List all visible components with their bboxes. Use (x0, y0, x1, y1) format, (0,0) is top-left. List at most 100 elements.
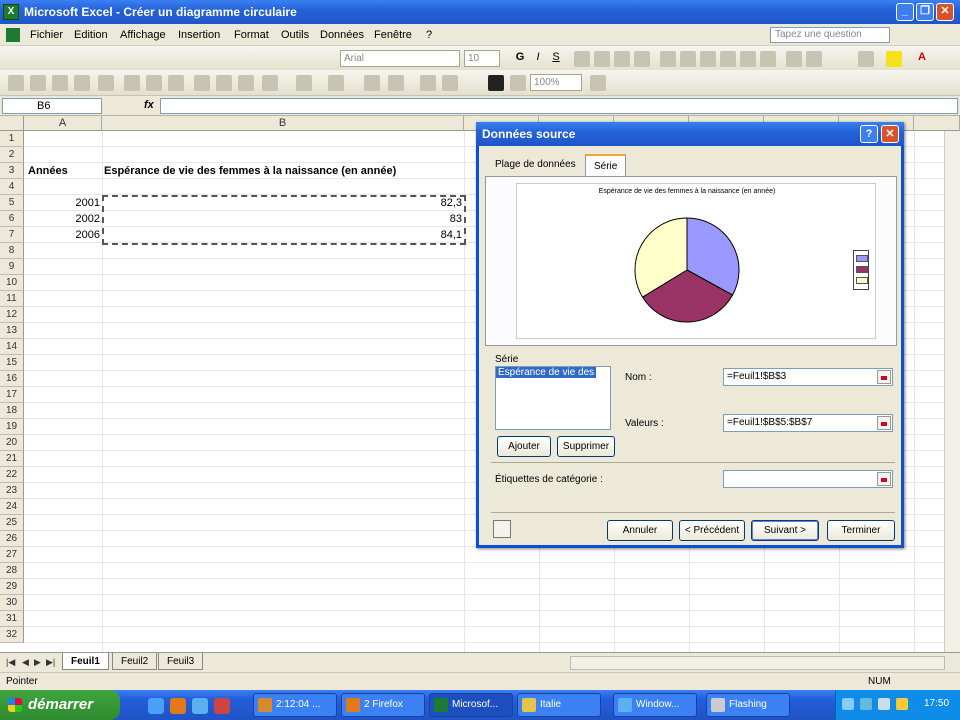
merge-center-icon[interactable] (634, 51, 650, 67)
cell-a7-year[interactable]: 2006 (24, 229, 100, 241)
dialog-close-button[interactable]: ✕ (881, 125, 899, 143)
row-header[interactable]: 23 (0, 483, 24, 499)
bold-icon[interactable]: G (512, 51, 528, 67)
close-button[interactable]: ✕ (936, 3, 954, 21)
messenger-icon[interactable] (896, 698, 908, 710)
desktop-icon[interactable] (192, 698, 208, 714)
series-listbox[interactable]: Espérance de vie des (495, 366, 611, 430)
taskbar-button[interactable]: Italie (517, 693, 601, 717)
increase-decimal-icon[interactable] (740, 51, 756, 67)
row-header[interactable]: 2 (0, 147, 24, 163)
cancel-button[interactable]: Annuler (607, 520, 673, 541)
help-search-input[interactable]: Tapez une question (770, 27, 890, 43)
permission-icon[interactable] (74, 75, 90, 91)
row-header[interactable]: 19 (0, 419, 24, 435)
cell-a5-year[interactable]: 2001 (24, 197, 100, 209)
font-size-select[interactable]: 10 (464, 50, 500, 67)
last-sheet-icon[interactable]: ▶| (46, 657, 55, 668)
fill-color-icon[interactable] (886, 51, 902, 67)
row-header[interactable]: 26 (0, 531, 24, 547)
row-header[interactable]: 5 (0, 195, 24, 211)
row-header[interactable]: 17 (0, 387, 24, 403)
row-header[interactable]: 7 (0, 227, 24, 243)
taskbar-button-excel[interactable]: Microsof... (429, 693, 513, 717)
row-header[interactable]: 18 (0, 403, 24, 419)
cell-b3-header[interactable]: Espérance de vie des femmes à la naissan… (104, 165, 396, 177)
spelling-icon[interactable] (168, 75, 184, 91)
thousands-icon[interactable] (720, 51, 736, 67)
sort-asc-icon[interactable] (420, 75, 436, 91)
taskbar-button[interactable]: Window... (613, 693, 697, 717)
dialog-help-icon[interactable]: ? (860, 125, 878, 143)
autosum-icon[interactable] (388, 75, 404, 91)
column-header-a[interactable]: A (24, 116, 102, 131)
menu-fenetre[interactable]: Fenêtre (374, 29, 412, 41)
select-all-corner[interactable] (0, 116, 24, 131)
menu-help[interactable]: ? (426, 29, 432, 41)
menu-insertion[interactable]: Insertion (178, 29, 220, 41)
menu-format[interactable]: Format (234, 29, 269, 41)
row-header[interactable]: 9 (0, 259, 24, 275)
menu-affichage[interactable]: Affichage (120, 29, 166, 41)
remove-series-button[interactable]: Supprimer (557, 436, 615, 457)
drawing-icon[interactable] (510, 75, 526, 91)
euro-icon[interactable] (680, 51, 696, 67)
categories-input[interactable] (723, 470, 893, 488)
row-header[interactable]: 11 (0, 291, 24, 307)
row-header[interactable]: 4 (0, 179, 24, 195)
add-series-button[interactable]: Ajouter (497, 436, 551, 457)
chart-wizard-icon[interactable] (488, 75, 504, 91)
prev-sheet-icon[interactable]: ◀ (22, 657, 29, 668)
open-icon[interactable] (30, 75, 46, 91)
row-header[interactable]: 12 (0, 307, 24, 323)
print-preview-icon[interactable] (146, 75, 162, 91)
horizontal-scrollbar[interactable] (570, 656, 945, 670)
previous-button[interactable]: < Précédent (679, 520, 745, 541)
font-color-icon[interactable]: A (914, 51, 930, 67)
row-header[interactable]: 10 (0, 275, 24, 291)
vertical-scrollbar[interactable] (944, 131, 960, 652)
undo-icon[interactable] (296, 75, 312, 91)
media-icon[interactable] (214, 698, 230, 714)
copy-icon[interactable] (216, 75, 232, 91)
categories-collapse-icon[interactable] (877, 472, 891, 486)
borders-icon[interactable] (858, 51, 874, 67)
row-header[interactable]: 25 (0, 515, 24, 531)
row-header[interactable]: 20 (0, 435, 24, 451)
valeurs-input[interactable]: =Feuil1!$B$5:$B$7 (723, 414, 893, 432)
tab-serie[interactable]: Série (585, 154, 627, 176)
first-sheet-icon[interactable]: |◀ (6, 657, 15, 668)
row-header[interactable]: 8 (0, 243, 24, 259)
align-center-icon[interactable] (594, 51, 610, 67)
row-header[interactable]: 31 (0, 611, 24, 627)
row-header[interactable]: 22 (0, 467, 24, 483)
email-icon[interactable] (98, 75, 114, 91)
nom-input[interactable]: =Feuil1!$B$3 (723, 368, 893, 386)
row-header[interactable]: 14 (0, 339, 24, 355)
office-assistant-icon[interactable] (493, 520, 511, 538)
finish-button[interactable]: Terminer (827, 520, 895, 541)
percent-icon[interactable] (700, 51, 716, 67)
menu-donnees[interactable]: Données (320, 29, 364, 41)
help-icon[interactable] (590, 75, 606, 91)
next-sheet-icon[interactable]: ▶ (34, 657, 41, 668)
formula-input[interactable] (160, 98, 958, 114)
workbook-icon[interactable] (6, 28, 20, 42)
underline-icon[interactable]: S (548, 51, 564, 67)
cell-a6-year[interactable]: 2002 (24, 213, 100, 225)
row-header[interactable]: 1 (0, 131, 24, 147)
align-left-icon[interactable] (574, 51, 590, 67)
minimize-button[interactable]: _ (896, 3, 914, 21)
tab-plage-de-donnees[interactable]: Plage de données (487, 154, 584, 176)
new-icon[interactable] (8, 75, 24, 91)
row-header[interactable]: 32 (0, 627, 24, 643)
row-header[interactable]: 28 (0, 563, 24, 579)
sheet-tab-feuil1[interactable]: Feuil1 (62, 653, 109, 670)
paste-icon[interactable] (238, 75, 254, 91)
menu-edition[interactable]: Edition (74, 29, 108, 41)
sheet-tab-feuil3[interactable]: Feuil3 (158, 653, 204, 670)
excel-app-icon[interactable]: X (3, 4, 19, 20)
fx-icon[interactable]: fx (144, 99, 154, 111)
sheet-tab-feuil2[interactable]: Feuil2 (112, 653, 158, 670)
next-button[interactable]: Suivant > (751, 520, 819, 541)
